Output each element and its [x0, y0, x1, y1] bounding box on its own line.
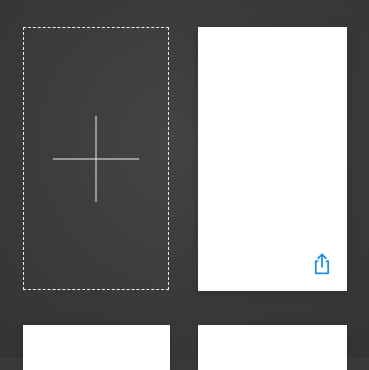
card-bottom-left[interactable]: [23, 325, 170, 370]
share-icon: [314, 253, 330, 275]
add-card-slot[interactable]: [23, 27, 169, 290]
card-main[interactable]: [198, 27, 347, 291]
canvas: [0, 0, 369, 370]
plus-icon: [53, 116, 139, 202]
card-bottom-right[interactable]: [198, 325, 347, 370]
share-button[interactable]: [310, 252, 334, 276]
